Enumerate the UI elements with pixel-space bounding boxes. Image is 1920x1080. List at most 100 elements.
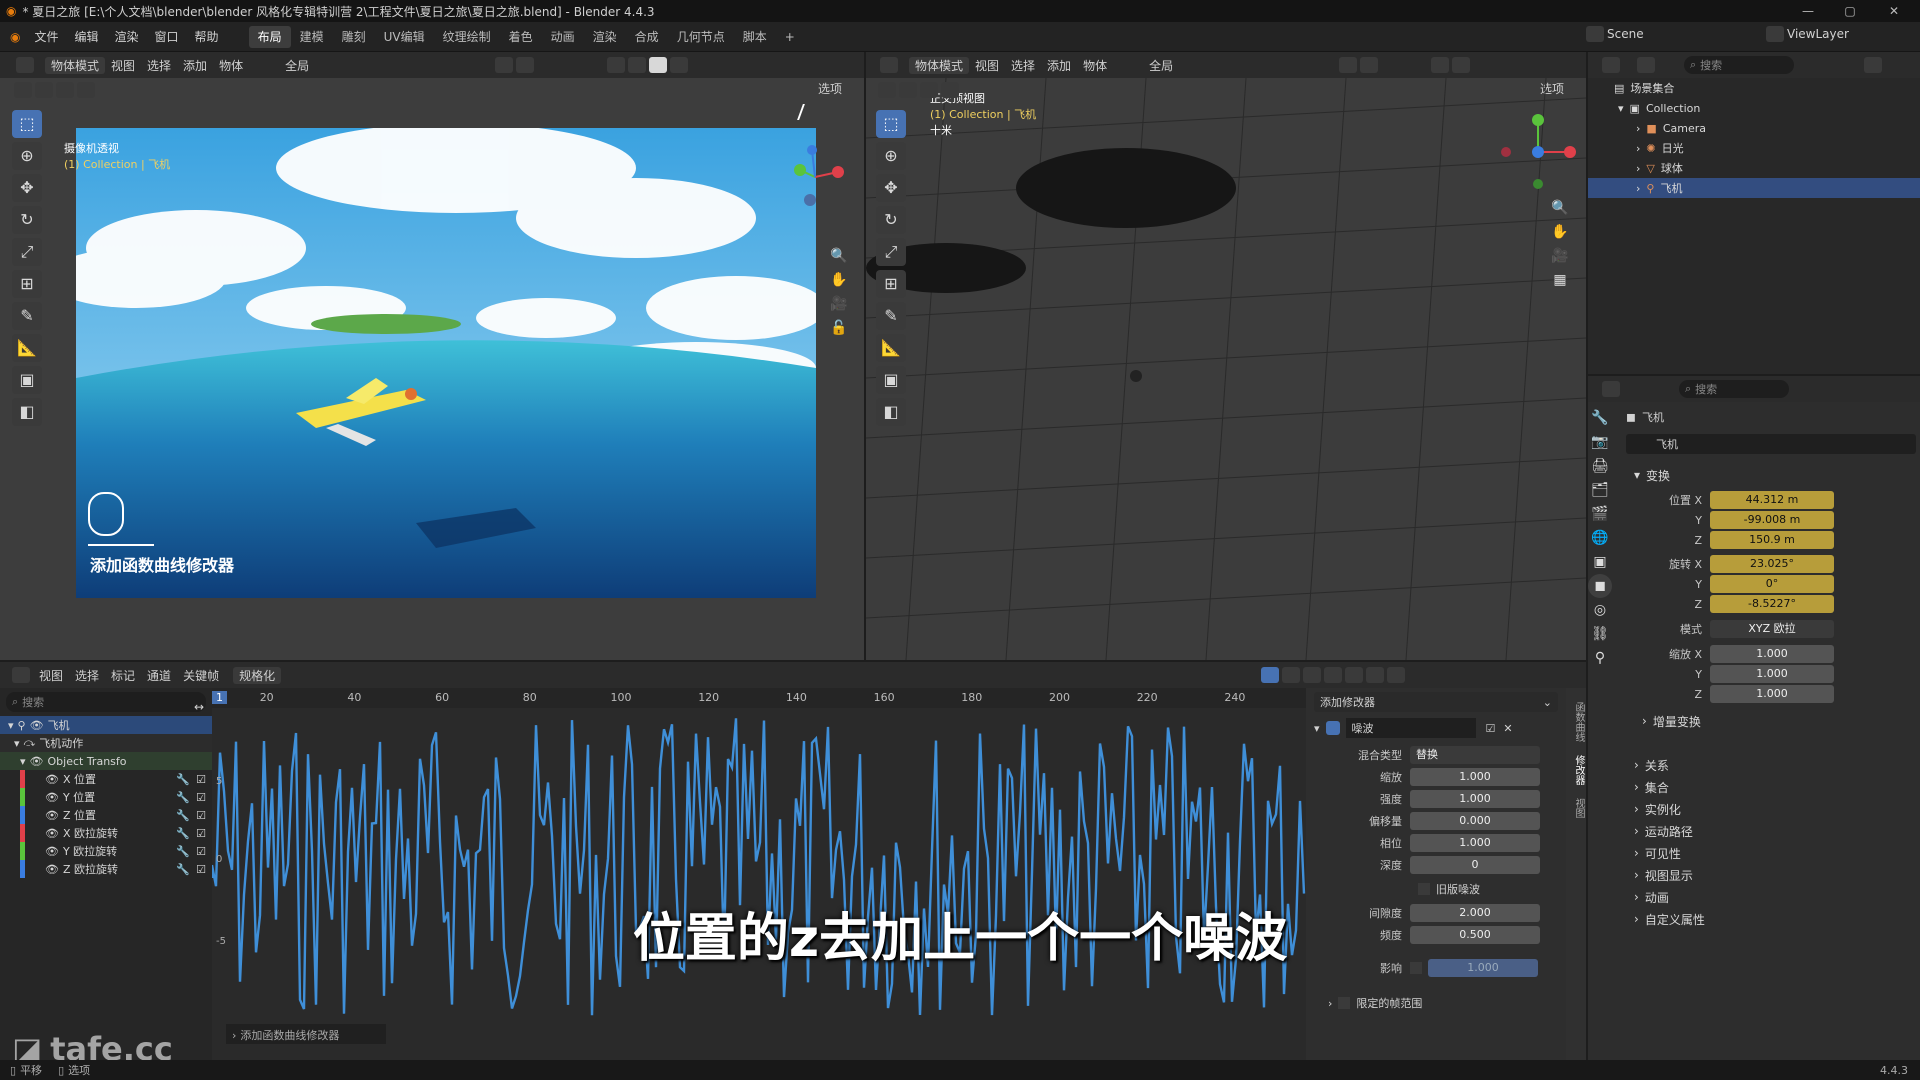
scale-y-field[interactable]: 1.000 — [1710, 665, 1834, 683]
transform-orientation-right[interactable]: 全局 — [1143, 57, 1179, 74]
output-tab-icon[interactable]: 🖨 — [1588, 454, 1612, 478]
measure-tool-icon-right[interactable]: 📐 — [876, 334, 906, 362]
transform-orientation[interactable]: 全局 — [279, 57, 315, 74]
plane-object[interactable] — [1130, 370, 1142, 382]
graph-editor-type-icon[interactable] — [12, 667, 30, 683]
wrench-icon[interactable]: 🔧 — [176, 827, 190, 840]
eye-icon[interactable]: 👁 — [45, 809, 59, 822]
shading-solid-icon-right[interactable] — [1452, 57, 1471, 73]
navigation-gizmo[interactable] — [780, 142, 850, 215]
select-subtract-icon-right[interactable] — [920, 82, 938, 98]
menu-view[interactable]: 视图 — [105, 57, 141, 74]
annotate-tool-icon-right[interactable]: ✎ — [876, 302, 906, 330]
mute-checkbox[interactable]: ☑ — [196, 845, 206, 858]
modifier-value-field[interactable]: 1.000 — [1410, 790, 1540, 808]
measure-tool-icon[interactable]: 📐 — [12, 334, 42, 362]
gizmo-icon[interactable] — [516, 57, 535, 73]
graph-menu-channel[interactable]: 通道 — [141, 667, 177, 684]
eye-icon[interactable]: 👁 — [45, 827, 59, 840]
select-extend-icon-right[interactable] — [899, 82, 917, 98]
modifier-remove-icon[interactable]: ✕ — [1503, 722, 1512, 735]
menu-select-right[interactable]: 选择 — [1005, 57, 1041, 74]
restrict-frame-range-checkbox[interactable]: › 限定的帧范围 — [1306, 994, 1566, 1012]
channel-object[interactable]: ▾ ⚲ 👁 飞机 — [0, 716, 212, 734]
cursor-tool-icon[interactable]: ⊕ — [12, 142, 42, 170]
rotation-z-field[interactable]: -8.5227° — [1710, 595, 1834, 613]
viewport-camera[interactable]: 物体模式 视图 选择 添加 物体 全局 选项 ⬚ ⊕ ✥ ↻ ⤢ ⊞ ✎ 📐 ▣… — [0, 52, 864, 660]
menu-file[interactable]: 文件 — [26, 28, 66, 45]
shading-wire-icon[interactable] — [607, 57, 626, 73]
wrench-icon[interactable]: 🔧 — [176, 845, 190, 858]
scene-tab-icon[interactable]: 🎬 — [1588, 502, 1612, 526]
modifier-value-field[interactable]: 0 — [1410, 856, 1540, 874]
viewport-display-section[interactable]: › 视图显示 — [1626, 864, 1916, 886]
camera-view-icon-right[interactable]: 🎥 — [1548, 244, 1572, 268]
mute-checkbox[interactable]: ☑ — [196, 827, 206, 840]
outliner-item-plane[interactable]: › ⚲ 飞机 — [1588, 178, 1920, 198]
select-new-icon[interactable] — [14, 82, 32, 98]
menu-help[interactable]: 帮助 — [187, 28, 227, 45]
outliner-editor-icon[interactable] — [1602, 57, 1620, 73]
outliner-item-sun[interactable]: › ✺ 日光 — [1588, 138, 1920, 158]
mute-checkbox[interactable]: ☑ — [196, 863, 206, 876]
fcurve-channel[interactable]: 👁 Z 位置 🔧 ☑ — [20, 806, 212, 824]
gizmo-icon-right[interactable] — [1360, 57, 1379, 73]
tab-view[interactable]: 视图 — [1573, 798, 1584, 818]
rotate-tool-icon[interactable]: ↻ — [12, 206, 42, 234]
add-cube-tool-icon[interactable]: ▣ — [12, 366, 42, 394]
fcurve-channel[interactable]: 👁 Y 位置 🔧 ☑ — [20, 788, 212, 806]
physics-tab-icon[interactable]: ◎ — [1588, 598, 1612, 622]
view-layer-selector[interactable]: ViewLayer — [1766, 26, 1849, 42]
cursor-tool-icon-right[interactable]: ⊕ — [876, 142, 906, 170]
select-invert-icon[interactable] — [77, 82, 95, 98]
tool-tab-icon[interactable]: 🔧 — [1588, 406, 1612, 430]
scene-selector[interactable]: Scene — [1586, 26, 1687, 42]
world-tab-icon[interactable]: 🌐 — [1588, 526, 1612, 550]
transform-tool-icon[interactable]: ⊞ — [12, 270, 42, 298]
menu-edit[interactable]: 编辑 — [67, 28, 107, 45]
data-tab-icon[interactable]: ⚲ — [1588, 646, 1612, 670]
collection-tab-icon[interactable]: ▣ — [1588, 550, 1612, 574]
editor-type-icon-right[interactable] — [880, 57, 898, 73]
relations-section[interactable]: › 关系 — [1626, 754, 1916, 776]
modifier-enable-checkbox[interactable]: ☑ — [1486, 722, 1496, 735]
select-invert-icon-right[interactable] — [941, 82, 959, 98]
location-x-field[interactable]: 44.312 m — [1710, 491, 1834, 509]
scale-tool-icon-right[interactable]: ⤢ — [876, 238, 906, 266]
graph-menu-key[interactable]: 关键帧 — [177, 667, 225, 684]
outliner-search-input[interactable]: ⌕ 搜索 — [1684, 56, 1794, 74]
axis-gizmo-icon-right[interactable] — [1498, 112, 1578, 192]
proportional-icon[interactable] — [1387, 667, 1406, 683]
outliner-scene-collection[interactable]: ▤ 场景集合 — [1588, 78, 1920, 98]
minimize-icon[interactable]: — — [1788, 0, 1828, 22]
tab-layout[interactable]: 布局 — [248, 25, 291, 48]
filter-icon[interactable] — [1324, 667, 1343, 683]
only-selected-icon[interactable] — [1261, 667, 1280, 683]
tab-modifiers[interactable]: 修改器 — [1573, 755, 1584, 785]
menu-view-right[interactable]: 视图 — [969, 57, 1005, 74]
move-tool-icon-right[interactable]: ✥ — [876, 174, 906, 202]
tab-shading[interactable]: 着色 — [500, 26, 542, 48]
wrench-icon[interactable]: 🔧 — [176, 863, 190, 876]
wrench-icon[interactable]: 🔧 — [176, 809, 190, 822]
zoom-icon[interactable]: 🔍 — [827, 244, 851, 268]
channel-action[interactable]: ▾ ⤼ 飞机动作 — [0, 734, 212, 752]
modifier-value-field[interactable]: 替换 — [1410, 746, 1540, 764]
tab-scripting[interactable]: 脚本 — [734, 26, 776, 48]
wrench-icon[interactable]: 🔧 — [176, 791, 190, 804]
shading-solid-icon[interactable] — [628, 57, 647, 73]
properties-editor-icon[interactable] — [1602, 381, 1620, 397]
constraints-tab-icon[interactable]: ⛓ — [1588, 622, 1612, 646]
tab-uv[interactable]: UV编辑 — [375, 26, 434, 48]
render-tab-icon[interactable]: 📷 — [1588, 430, 1612, 454]
normalize-toggle[interactable]: 规格化 — [233, 666, 282, 684]
mode-dropdown[interactable]: 物体模式 — [45, 56, 106, 74]
tab-fcurve[interactable]: 函数曲线 — [1573, 702, 1584, 742]
show-errors-icon[interactable] — [1303, 667, 1322, 683]
scale-tool-icon[interactable]: ⤢ — [12, 238, 42, 266]
mute-checkbox[interactable]: ☑ — [196, 791, 206, 804]
noise-modifier-header[interactable]: ▾ 噪波 ☑ ✕ — [1314, 718, 1558, 738]
viewport-top-ortho[interactable]: 物体模式 视图 选择 添加 物体 全局 选项 正交顶视图 (1) Collect… — [866, 52, 1586, 660]
add-workspace-icon[interactable]: + — [776, 26, 804, 48]
view-layer-tab-icon[interactable]: 🗂 — [1588, 478, 1612, 502]
